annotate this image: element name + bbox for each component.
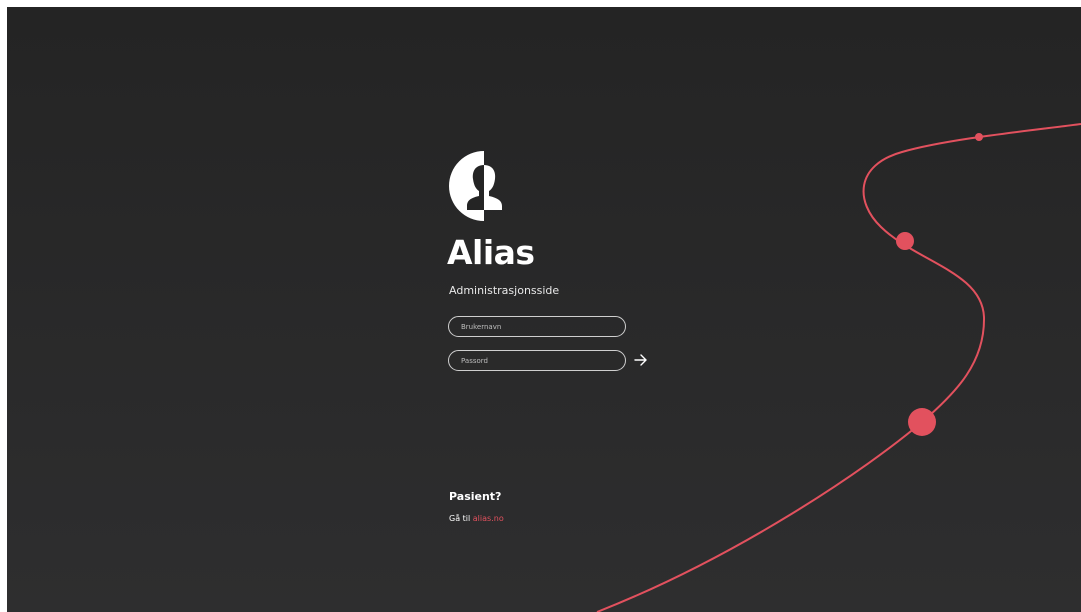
decorative-curve [596, 123, 1081, 612]
username-input[interactable] [448, 316, 626, 337]
password-input[interactable] [448, 350, 626, 371]
patient-redirect-text: Gå til alias.no [449, 514, 504, 523]
person-half-circle-logo [449, 151, 502, 221]
login-submit-button[interactable] [632, 351, 650, 369]
alias-site-link[interactable]: alias.no [473, 514, 504, 523]
curve-dot-small [975, 133, 983, 141]
curve-dot-large [908, 408, 936, 436]
patient-redirect-prefix: Gå til [449, 514, 471, 523]
patient-heading: Pasient? [449, 490, 502, 503]
arrow-right-icon [634, 354, 647, 366]
curve-dot-medium [896, 232, 914, 250]
page-subtitle: Administrasjonsside [449, 284, 560, 297]
login-page: Alias Administrasjonsside Pasient? Gå ti… [7, 7, 1081, 612]
app-title: Alias [447, 233, 535, 272]
